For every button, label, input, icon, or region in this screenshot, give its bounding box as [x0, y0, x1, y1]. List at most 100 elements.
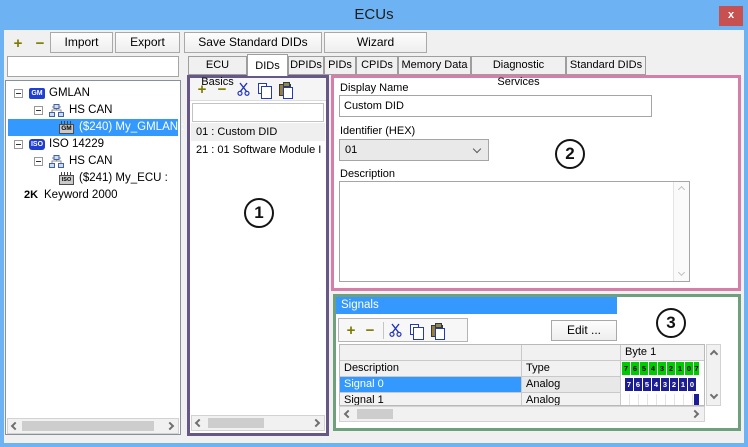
tree-item-label: Keyword 2000 — [44, 187, 118, 204]
plus-icon: + — [347, 322, 356, 339]
scroll-down-icon[interactable] — [678, 269, 685, 276]
collapse-icon[interactable] — [34, 157, 43, 166]
tree-horizontal-scrollbar[interactable] — [7, 418, 179, 434]
tab-standard-dids[interactable]: Standard DIDs — [566, 56, 646, 75]
scroll-left-icon[interactable] — [344, 410, 352, 418]
paste-icon[interactable] — [279, 84, 291, 96]
cut-icon[interactable] — [389, 323, 402, 342]
list-item-custom-did[interactable]: 01 : Custom DID — [191, 123, 325, 141]
close-button[interactable]: x — [719, 6, 743, 26]
identifier-hex-label: Identifier (HEX) — [340, 125, 415, 137]
bit-cell — [676, 394, 684, 406]
scrollbar-thumb[interactable] — [208, 418, 264, 428]
wizard-button[interactable]: Wizard — [324, 32, 427, 53]
signals-vertical-scrollbar[interactable] — [706, 344, 721, 406]
bit-cell — [658, 394, 666, 406]
tree-item-keyword-2000[interactable]: 2K Keyword 2000 — [6, 187, 180, 204]
bit-cell — [631, 394, 639, 406]
copy-icon[interactable] — [258, 83, 267, 94]
scrollbar-thumb[interactable] — [357, 409, 393, 419]
tree-item-label: GMLAN — [49, 85, 90, 102]
bit-cell: 1 — [679, 378, 687, 391]
scroll-up-icon[interactable] — [710, 350, 718, 358]
collapse-icon[interactable] — [34, 106, 43, 115]
identifier-dropdown[interactable]: 01 — [339, 139, 489, 161]
bit-cell — [640, 394, 648, 406]
import-button[interactable]: Import — [50, 32, 113, 53]
scroll-right-icon[interactable] — [166, 422, 174, 430]
signal0-bit-row[interactable]: 7 6 5 4 3 2 1 0 — [625, 377, 705, 393]
bit-header-cell: 6 — [631, 362, 639, 375]
display-name-label: Display Name — [340, 82, 408, 94]
add-ecu-button[interactable]: + — [10, 36, 26, 51]
bit-cell: 7 — [625, 378, 633, 391]
identifier-value: 01 — [345, 144, 357, 156]
column-header-description[interactable]: Description — [340, 361, 522, 377]
scroll-right-icon[interactable] — [312, 419, 320, 427]
table-row-signal0-description[interactable]: Signal 0 — [340, 377, 522, 393]
tree-item-label: ISO 14229 — [49, 136, 104, 153]
signals-horizontal-scrollbar[interactable] — [339, 406, 705, 422]
ecu-tree[interactable]: GM GMLAN HS CAN GM ($240) My_GMLAN : ISO… — [5, 80, 181, 435]
signals-header-bar[interactable]: Signals — [336, 297, 617, 314]
tab-cpids[interactable]: CPIDs — [356, 56, 398, 75]
add-signal-button[interactable]: + — [343, 323, 359, 338]
description-scrollbar[interactable] — [673, 182, 689, 281]
remove-signal-button[interactable]: − — [362, 323, 378, 338]
tab-ecu-basics[interactable]: ECU Basics — [188, 56, 247, 75]
tree-item-gmlan[interactable]: GM GMLAN — [6, 85, 180, 102]
tab-memory-data[interactable]: Memory Data — [398, 56, 471, 75]
cut-icon[interactable] — [237, 82, 250, 101]
signals-table[interactable]: Byte 1 Description Type 7 6 5 4 3 2 1 0 … — [339, 344, 705, 406]
tab-dpids[interactable]: DPIDs — [288, 56, 324, 75]
bit-cell — [667, 394, 675, 406]
export-button[interactable]: Export — [115, 32, 180, 53]
annotation-circle-3: 3 — [656, 308, 686, 338]
tree-item-my-ecu[interactable]: ISO ($241) My_ECU : — [6, 170, 180, 187]
ecu-gm-chip-icon: GM — [59, 124, 74, 134]
collapse-icon[interactable] — [14, 89, 23, 98]
bit-header-cell: 1 — [676, 362, 684, 375]
scroll-right-icon[interactable] — [691, 410, 699, 418]
copy-icon[interactable] — [410, 324, 419, 335]
table-row-signal1-description[interactable]: Signal 1 — [340, 393, 522, 406]
chevron-down-icon — [473, 145, 481, 153]
scroll-left-icon[interactable] — [195, 419, 203, 427]
scroll-left-icon[interactable] — [11, 422, 19, 430]
bit-header-cell: 3 — [658, 362, 666, 375]
column-header-type[interactable]: Type — [522, 361, 621, 377]
tree-item-my-gmlan[interactable]: GM ($240) My_GMLAN : — [6, 119, 180, 136]
display-name-input[interactable] — [339, 95, 652, 117]
table-row-signal1-type[interactable]: Analog — [522, 393, 621, 406]
tab-dids[interactable]: DIDs — [247, 54, 288, 76]
title-bar[interactable]: ECUs x — [0, 0, 748, 30]
annotation-circle-2: 2 — [555, 139, 585, 169]
scrollbar-thumb[interactable] — [22, 421, 154, 431]
paste-icon[interactable] — [431, 325, 443, 337]
list-item-software-module[interactable]: 21 : 01 Software Module I — [191, 141, 325, 159]
bit-header-cell: 4 — [649, 362, 657, 375]
bit-cell: 5 — [643, 378, 651, 391]
tree-item-iso-14229[interactable]: ISO ISO 14229 — [6, 136, 180, 153]
bit-header-cell: 5 — [640, 362, 648, 375]
signals-toolbar: + − — [338, 318, 468, 342]
tree-item-hs-can-2[interactable]: HS CAN — [6, 153, 180, 170]
close-icon: x — [728, 9, 734, 21]
edit-signal-button[interactable]: Edit ... — [551, 320, 617, 341]
tab-diagnostic-services[interactable]: Diagnostic Services — [471, 56, 566, 75]
collapse-icon[interactable] — [14, 140, 23, 149]
scroll-down-icon[interactable] — [710, 391, 718, 399]
tab-pids[interactable]: PIDs — [324, 56, 356, 75]
plus-icon: + — [14, 35, 23, 52]
tree-item-hs-can-1[interactable]: HS CAN — [6, 102, 180, 119]
signal1-bit-row[interactable] — [622, 393, 705, 406]
did-list-edit-box[interactable] — [192, 103, 324, 122]
scroll-up-icon[interactable] — [678, 186, 685, 193]
save-standard-dids-button[interactable]: Save Standard DIDs — [184, 32, 322, 53]
ecu-filter-input[interactable] — [7, 56, 179, 77]
did-list-horizontal-scrollbar[interactable] — [191, 415, 325, 431]
remove-ecu-button[interactable]: − — [32, 36, 48, 51]
description-textarea[interactable] — [339, 181, 690, 282]
description-label: Description — [340, 168, 395, 180]
table-row-signal0-type[interactable]: Analog — [522, 377, 621, 393]
